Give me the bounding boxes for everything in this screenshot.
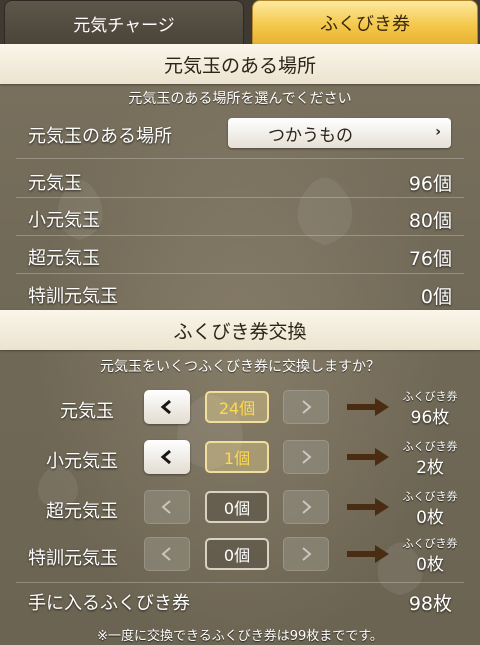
item-label: 超元気玉 [28,248,100,269]
divider [16,582,464,583]
ticket-count: 0枚 [416,508,444,528]
chevron-left-icon [161,547,171,561]
chevron-left-icon [161,500,171,514]
location-section-title: 元気玉のある場所 [163,54,316,77]
chevron-right-icon [302,400,312,414]
increase-button[interactable] [283,490,329,524]
item-count: 96個 [408,173,452,195]
exchange-row-label: 小元気玉 [46,451,118,472]
location-section-header: 元気玉のある場所 [0,44,480,84]
location-select-button[interactable]: つかうもの › [228,118,451,148]
quantity-field: 0個 [205,491,269,523]
decrease-button[interactable] [144,390,190,424]
item-count: 0個 [420,286,452,308]
divider [16,235,464,236]
ticket-count: 0枚 [416,555,444,575]
arrow-right-icon [347,448,389,466]
arrow-right-icon [347,545,389,563]
item-count: 76個 [408,248,452,270]
chevron-right-icon [302,450,312,464]
item-label: 特訓元気玉 [28,286,118,307]
chevron-right-icon: › [435,124,441,140]
ticket-count: 2枚 [416,458,444,478]
item-label: 元気玉 [28,173,82,194]
location-select-value: つかうもの [268,125,353,146]
exchange-row-label: 元気玉 [60,401,114,422]
exchange-section-title: ふくびき券交換 [173,320,307,343]
arrow-right-icon [347,398,389,416]
ticket-caption: ふくびき券 [402,537,458,550]
total-value: 98枚 [408,593,452,615]
tab-genki-charge[interactable]: 元気チャージ [4,0,244,46]
tab-fukubiki-ticket-label: ふくびき券 [320,14,410,35]
ticket-caption: ふくびき券 [402,490,458,503]
location-instruction: 元気玉のある場所を選んでください [128,91,352,107]
ticket-caption: ふくびき券 [402,440,458,453]
divider [16,158,464,159]
decrease-button[interactable] [144,440,190,474]
ticket-count: 96枚 [410,408,450,428]
tab-fukubiki-ticket[interactable]: ふくびき券 [252,0,478,46]
exchange-section-header: ふくびき券交換 [0,310,480,350]
exchange-row-label: 超元気玉 [46,501,118,522]
item-count: 80個 [408,210,452,232]
quantity-field: 0個 [205,538,269,570]
quantity-field: 1個 [205,441,269,473]
chevron-right-icon [302,547,312,561]
tab-bar: 元気チャージ ふくびき券 [0,0,480,46]
divider [16,197,464,198]
quantity-field: 24個 [205,391,269,423]
arrow-right-icon [347,498,389,516]
chevron-left-icon [160,449,171,465]
location-label: 元気玉のある場所 [28,126,172,147]
decrease-button[interactable] [144,490,190,524]
chevron-right-icon [302,500,312,514]
divider [16,273,464,274]
tab-genki-charge-label: 元気チャージ [73,15,175,36]
increase-button[interactable] [283,440,329,474]
exchange-row-label: 特訓元気玉 [28,548,118,569]
item-label: 小元気玉 [28,210,100,231]
chevron-left-icon [160,399,171,415]
total-label: 手に入るふくびき券 [28,593,190,614]
increase-button[interactable] [283,390,329,424]
decrease-button[interactable] [144,537,190,571]
increase-button[interactable] [283,537,329,571]
footer-note: ※一度に交換できるふくびき券は99枚までです。 [97,629,383,644]
ticket-caption: ふくびき券 [402,390,458,403]
exchange-question: 元気玉をいくつふくびき券に交換しますか？ [100,359,380,375]
